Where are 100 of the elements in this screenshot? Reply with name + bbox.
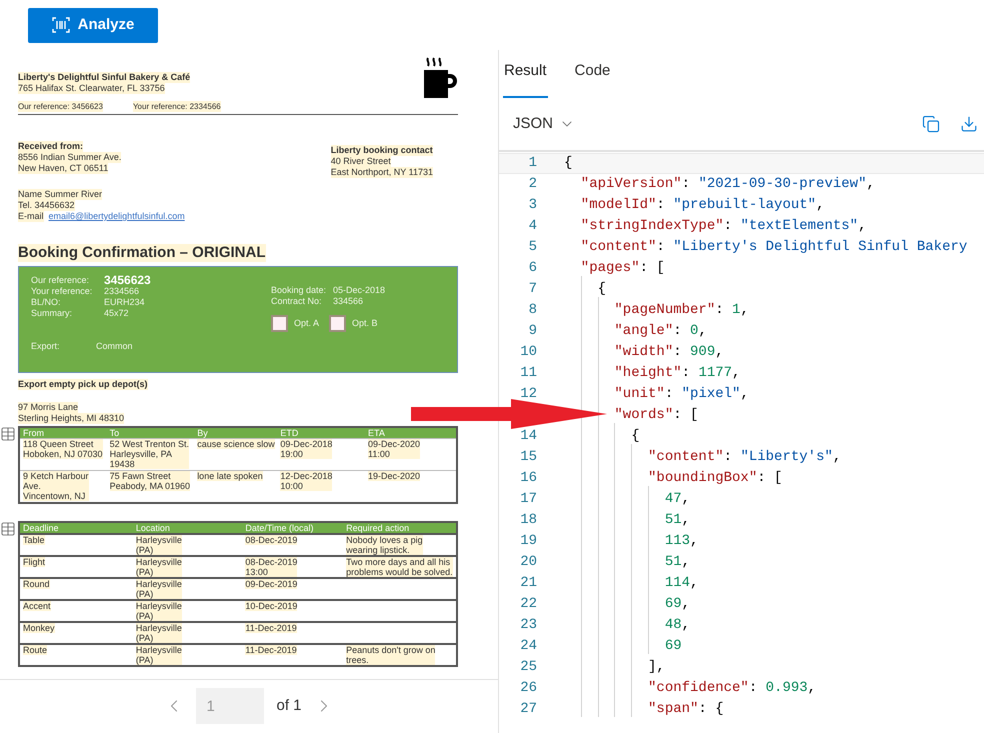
code-token: : xyxy=(724,217,734,236)
line-number: 24 xyxy=(520,637,537,656)
table-cell: Harleysville (PA) xyxy=(136,600,182,620)
code-token: , xyxy=(682,553,690,572)
analyze-button[interactable]: Analyze xyxy=(28,8,158,42)
code-token: , xyxy=(690,574,698,593)
table-cell: Flight xyxy=(23,556,46,566)
tab[interactable]: Result xyxy=(503,60,548,98)
code-token: , xyxy=(715,343,724,362)
code-token: : xyxy=(664,385,674,404)
column-header: By xyxy=(194,427,278,438)
copy-button[interactable] xyxy=(922,115,940,133)
table-cell: 11-Dec-2019 xyxy=(245,622,297,632)
code-token: : [ xyxy=(673,406,698,425)
code-token: : [ xyxy=(757,469,782,488)
line-number: 4 xyxy=(528,217,537,236)
company-name: Liberty's Delightful Sinful Bakery & Café xyxy=(18,72,190,83)
code-token: "content" xyxy=(647,448,724,467)
tab[interactable]: Code xyxy=(574,60,612,98)
table-cell: Harleysville (PA) xyxy=(136,578,182,598)
line-number: 16 xyxy=(520,469,537,488)
line-number: 2 xyxy=(528,175,537,194)
code-token: : xyxy=(715,301,725,320)
column-header: Deadline xyxy=(19,522,133,534)
line-number: 7 xyxy=(528,280,537,299)
line-number: 21 xyxy=(520,574,537,593)
field-label: Our reference: xyxy=(31,275,90,286)
field-value: 2334566 xyxy=(104,286,140,297)
code-token: , xyxy=(740,385,749,404)
code-token: 113 xyxy=(664,532,690,551)
code-token: : xyxy=(724,448,734,467)
table-cell: Peanuts don't grow on trees. xyxy=(346,644,436,664)
table-icon xyxy=(0,426,16,442)
line-number: 27 xyxy=(520,700,537,719)
table-cell: Two more days and all his problems would be solved. xyxy=(346,556,453,576)
code-token: : xyxy=(682,175,692,194)
code-token: "pageNumber" xyxy=(613,301,716,320)
code-token: { xyxy=(564,154,572,173)
table-cell: Harleysville (PA) xyxy=(136,622,182,642)
line-number: 5 xyxy=(528,238,537,257)
line-number: 26 xyxy=(520,679,537,698)
code-token: , xyxy=(698,322,707,341)
code-token: : xyxy=(673,322,683,341)
column-header: Location xyxy=(132,522,242,534)
code-token: , xyxy=(732,364,740,383)
table-cell: 08-Dec-2019 xyxy=(245,534,298,544)
code-token: "modelId" xyxy=(580,196,656,215)
code-token: , xyxy=(866,175,875,194)
section-heading: Export empty pick up depot(s) xyxy=(18,379,148,390)
field-value: Common xyxy=(96,341,133,352)
code-token: 51 xyxy=(664,553,682,572)
code-token: , xyxy=(682,490,690,509)
table-icon xyxy=(0,520,16,536)
format-dropdown[interactable]: JSON xyxy=(513,112,576,136)
field-label: Contract No: xyxy=(271,296,323,307)
table-cell: 118 Queen Street Hoboken, NJ 07030 xyxy=(23,439,103,459)
column-header: ETD xyxy=(277,427,365,438)
code-token: "apiVersion" xyxy=(580,175,682,194)
line-number: 15 xyxy=(520,448,537,467)
code-token: "stringIndexType" xyxy=(580,217,724,236)
arrow-icon xyxy=(411,399,607,429)
field-label: Summary: xyxy=(31,308,74,319)
code-token: , xyxy=(682,616,690,635)
line-number: 23 xyxy=(520,616,537,635)
coffee-mug-icon xyxy=(422,56,458,100)
download-button[interactable] xyxy=(960,115,978,133)
code-token: 0 xyxy=(690,322,698,341)
code-token: : { xyxy=(698,700,724,719)
code-token: 69 xyxy=(664,595,682,614)
table-cell: 19-Dec-2020 xyxy=(368,471,420,481)
table-cell: Table xyxy=(23,534,45,544)
code-token: "span" xyxy=(647,700,698,719)
table-cell: Harleysville (PA) xyxy=(136,534,182,554)
field-value: 05-Dec-2018 xyxy=(333,285,386,296)
code-token: 114 xyxy=(664,574,690,593)
code-token: 0.993 xyxy=(766,679,808,698)
line-number: 25 xyxy=(520,658,537,677)
code-token: 47 xyxy=(664,490,682,509)
table-cell: 9 Ketch Harbour Ave. Vincentown, NJ xyxy=(23,471,89,501)
table-cell: 10-Dec-2019 xyxy=(245,600,298,610)
line-number: 1 xyxy=(528,154,537,173)
code-token: , xyxy=(682,511,690,530)
table-cell: Route xyxy=(23,644,48,654)
line-number: 22 xyxy=(520,595,537,614)
field-value: 334566 xyxy=(333,296,364,307)
column-header: To xyxy=(106,427,194,438)
code-token: "width" xyxy=(613,343,674,362)
code-token: , xyxy=(832,448,842,467)
table-cell: lone late spoken xyxy=(197,471,263,481)
code-token: , xyxy=(690,532,698,551)
code-token: , xyxy=(808,679,816,698)
code-token: , xyxy=(682,595,690,614)
code-token: "height" xyxy=(613,364,682,383)
table-cell: cause science slow xyxy=(197,439,275,449)
field-value: 3456623 xyxy=(104,275,151,286)
line-number: 20 xyxy=(520,553,537,572)
line-number: 8 xyxy=(528,301,537,320)
line-number: 9 xyxy=(528,322,537,341)
table-cell: Monkey xyxy=(23,622,55,632)
line-number: 19 xyxy=(520,532,537,551)
